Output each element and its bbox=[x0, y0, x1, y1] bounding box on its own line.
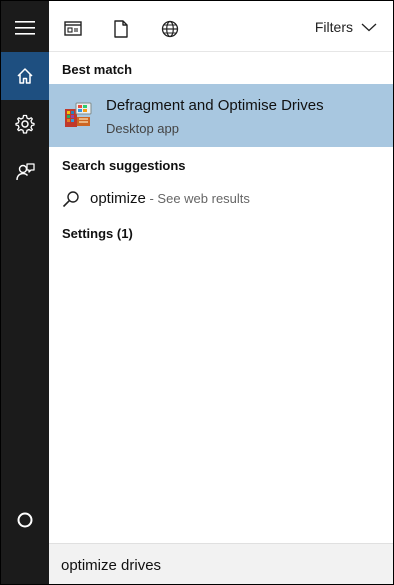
documents-filter-button[interactable] bbox=[110, 18, 132, 40]
home-icon bbox=[17, 68, 33, 84]
web-globe-icon bbox=[161, 20, 179, 38]
chevron-down-icon bbox=[361, 23, 377, 32]
start-search-panel: Filters Best match Defragment and Optimi… bbox=[0, 0, 394, 585]
sidebar-cortana-button[interactable] bbox=[1, 496, 49, 544]
best-match-subtitle: Desktop app bbox=[106, 121, 179, 136]
suggestion-hint: - See web results bbox=[145, 191, 250, 206]
best-match-title: Defragment and Optimise Drives bbox=[106, 97, 324, 114]
filters-label: Filters bbox=[314, 19, 353, 35]
results-pane: Filters Best match Defragment and Optimi… bbox=[49, 1, 393, 584]
sidebar-menu-button[interactable] bbox=[1, 4, 49, 52]
filters-dropdown[interactable]: Filters bbox=[315, 19, 377, 35]
gear-icon bbox=[15, 114, 35, 134]
sidebar-settings-button[interactable] bbox=[1, 100, 49, 148]
feedback-icon bbox=[16, 163, 35, 181]
sidebar bbox=[1, 1, 49, 584]
apps-filter-button[interactable] bbox=[62, 18, 84, 40]
web-filter-button[interactable] bbox=[159, 18, 181, 40]
search-input[interactable] bbox=[61, 554, 381, 576]
search-suggestions-heading: Search suggestions bbox=[62, 158, 186, 173]
best-match-result[interactable]: Defragment and Optimise Drives Desktop a… bbox=[49, 84, 393, 147]
web-suggestion-item[interactable]: optimize - See web results bbox=[49, 184, 393, 214]
defrag-app-icon bbox=[65, 102, 92, 127]
document-icon bbox=[114, 20, 128, 38]
sidebar-home-button[interactable] bbox=[1, 52, 49, 100]
cortana-circle-icon bbox=[17, 512, 33, 528]
suggestion-query: optimize bbox=[90, 190, 146, 207]
sidebar-feedback-button[interactable] bbox=[1, 148, 49, 196]
hamburger-menu-icon bbox=[15, 21, 35, 35]
suggestion-text: optimize - See web results bbox=[90, 190, 250, 207]
search-icon bbox=[62, 191, 79, 208]
settings-heading[interactable]: Settings (1) bbox=[62, 226, 133, 241]
filter-toolbar: Filters bbox=[49, 1, 393, 52]
apps-icon bbox=[64, 21, 82, 36]
best-match-heading: Best match bbox=[62, 62, 133, 77]
search-box bbox=[49, 543, 393, 584]
